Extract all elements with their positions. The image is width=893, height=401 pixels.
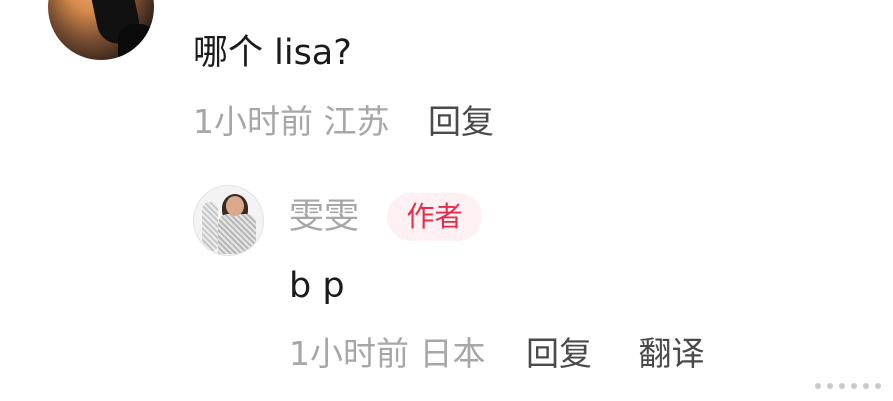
dot bbox=[839, 383, 845, 389]
reply-comment-time: 1小时前 bbox=[289, 334, 409, 373]
top-comment-text: 哪个 lisa? bbox=[193, 33, 352, 73]
dot bbox=[827, 383, 833, 389]
avatar-shoulder bbox=[118, 24, 154, 60]
reply-username[interactable]: 雯雯 bbox=[289, 193, 359, 241]
reply-comment-location: 日本 bbox=[419, 334, 486, 373]
avatar-figure bbox=[202, 202, 218, 252]
top-comment-location: 江苏 bbox=[323, 102, 390, 141]
more-dots-icon bbox=[815, 383, 881, 389]
avatar-coat bbox=[218, 214, 256, 254]
top-comment-time: 1小时前 bbox=[193, 102, 313, 141]
dot bbox=[863, 383, 869, 389]
dot bbox=[875, 383, 881, 389]
top-comment-avatar[interactable] bbox=[48, 0, 154, 60]
reply-comment-avatar[interactable] bbox=[193, 185, 264, 256]
reply-comment-translate-button[interactable]: 翻译 bbox=[639, 334, 705, 373]
reply-comment-reply-button[interactable]: 回复 bbox=[526, 334, 592, 373]
avatar-head bbox=[226, 196, 244, 216]
top-comment-meta: 1小时前 江苏 回复 bbox=[193, 100, 494, 144]
dot bbox=[851, 383, 857, 389]
dot bbox=[815, 383, 821, 389]
top-comment-reply-button[interactable]: 回复 bbox=[428, 102, 494, 141]
author-badge: 作者 bbox=[387, 193, 482, 241]
reply-comment-text: b p bbox=[289, 266, 345, 306]
reply-comment-meta: 1小时前 日本 回复 翻译 bbox=[289, 332, 705, 376]
